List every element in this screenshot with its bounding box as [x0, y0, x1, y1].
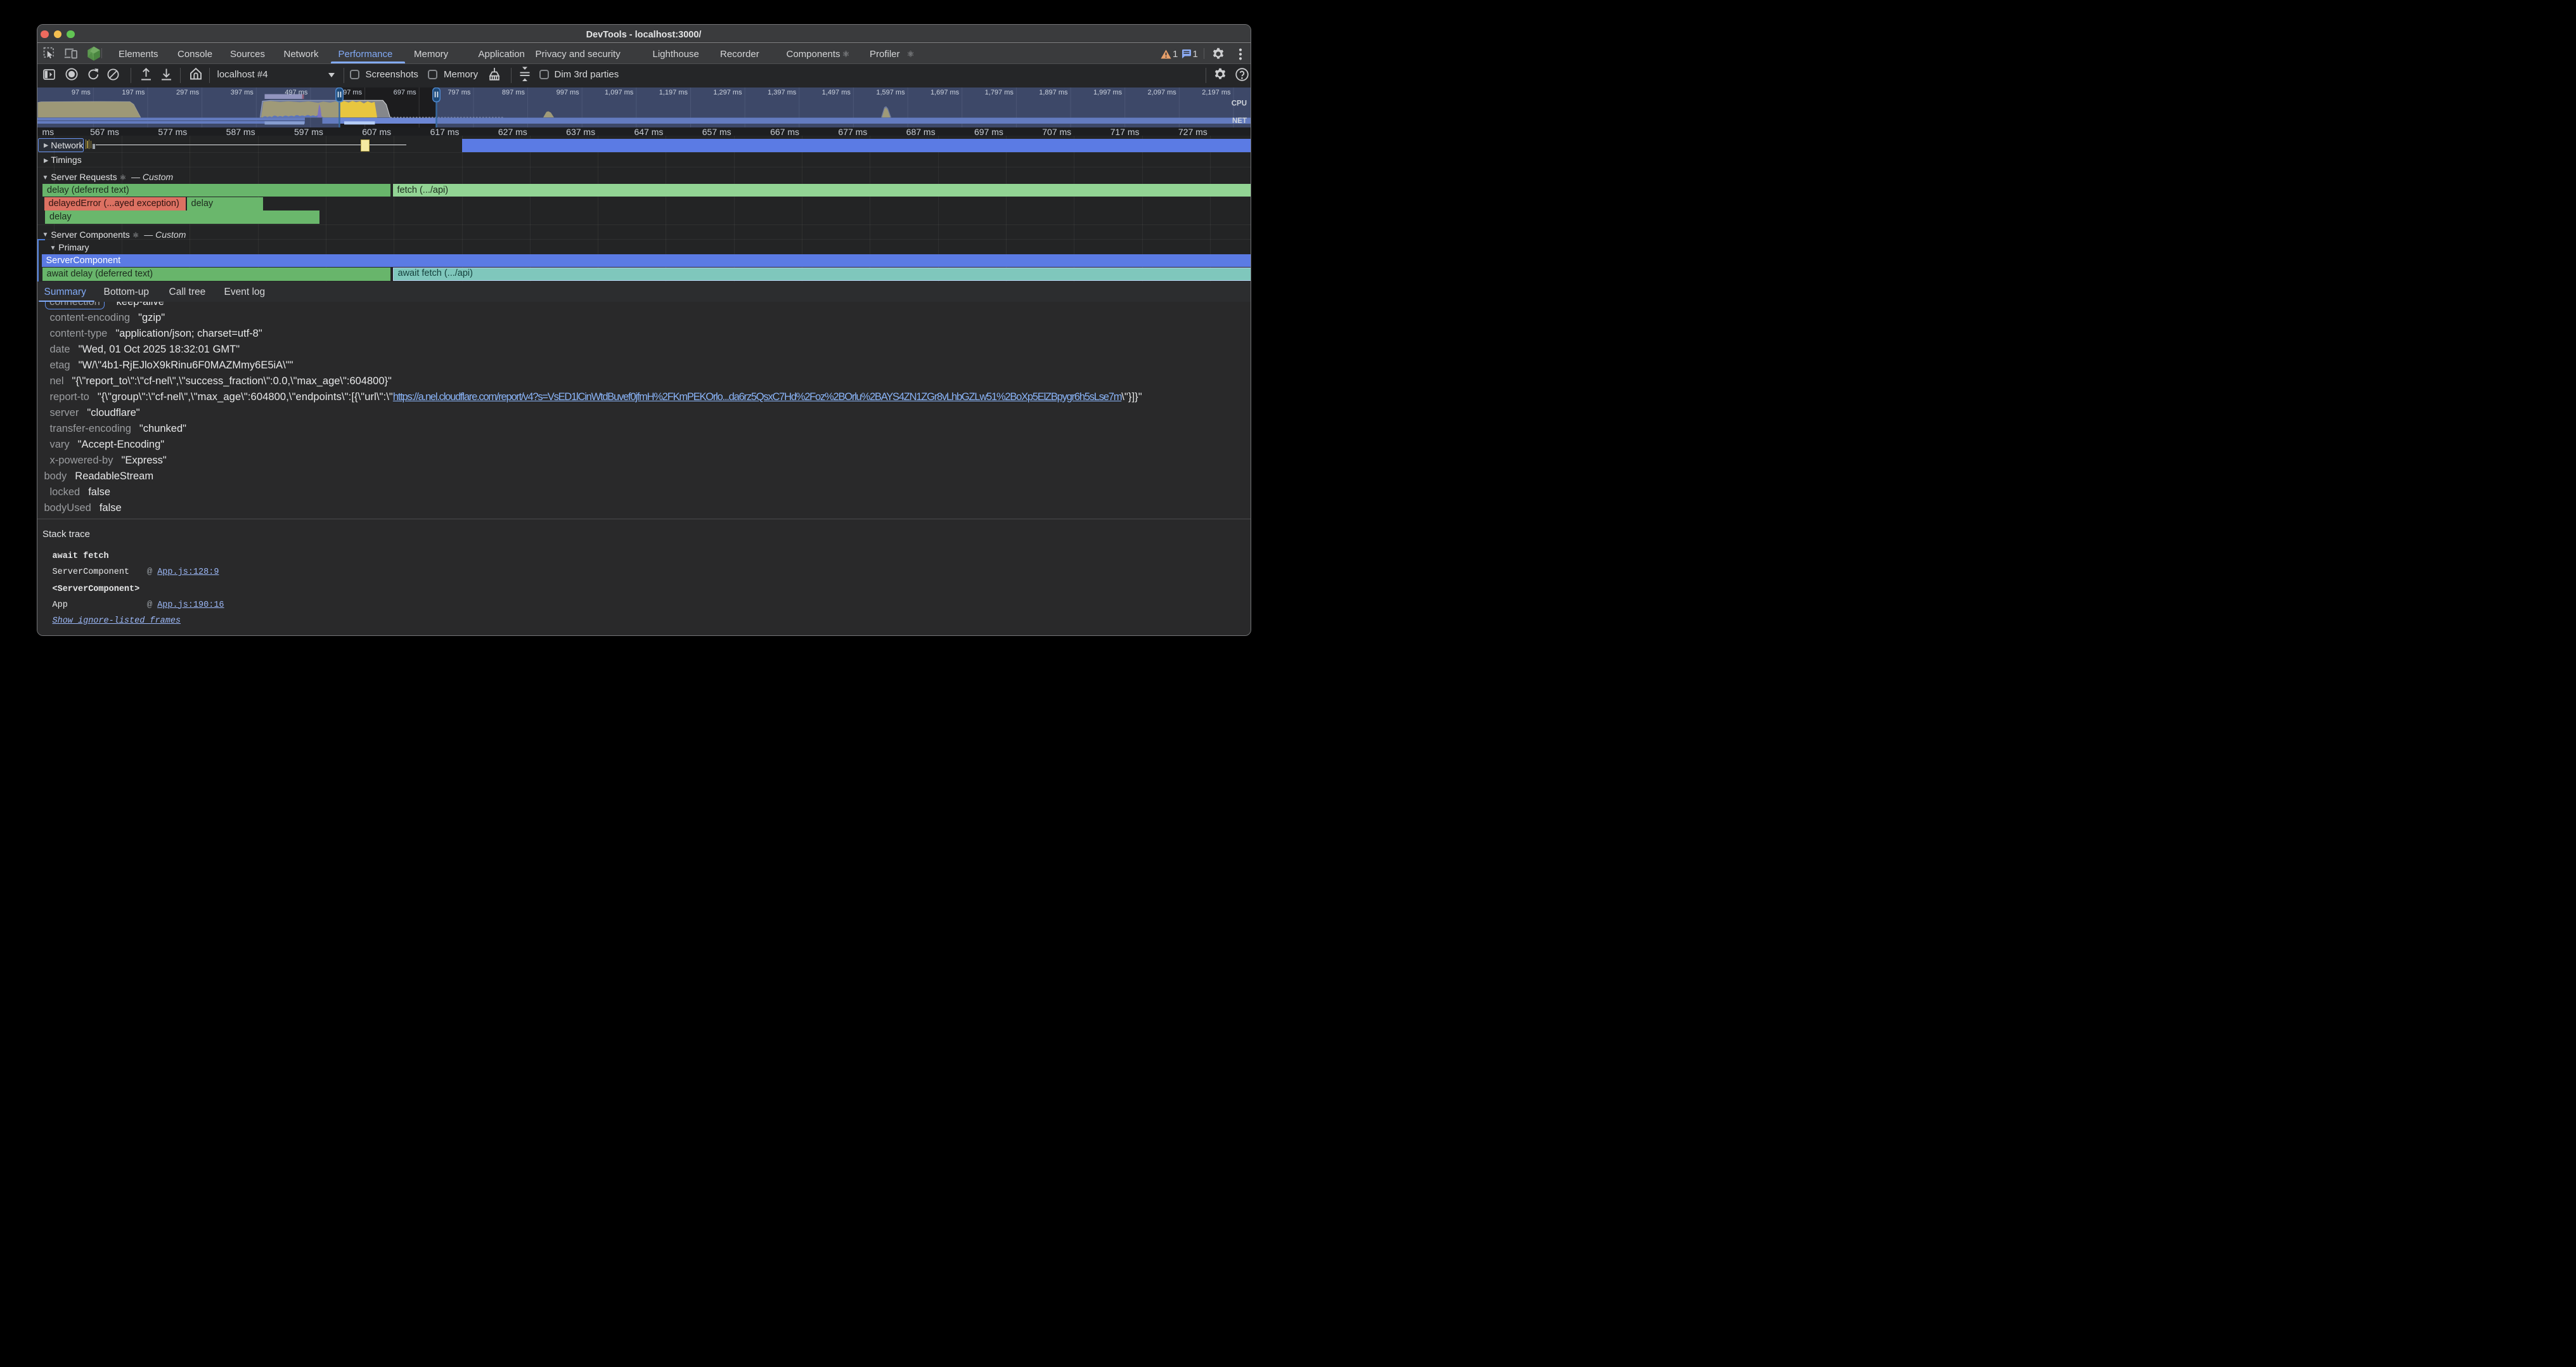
svg-text:1,497 ms: 1,497 ms — [821, 89, 851, 96]
svg-text:197 ms: 197 ms — [122, 89, 145, 96]
svg-text:397 ms: 397 ms — [230, 89, 254, 96]
svg-text:897 ms: 897 ms — [501, 89, 525, 96]
svg-text:1,197 ms: 1,197 ms — [659, 89, 688, 96]
svg-text:1,697 ms: 1,697 ms — [930, 89, 959, 96]
svg-text:1,797 ms: 1,797 ms — [984, 89, 1014, 96]
svg-text:2,197 ms: 2,197 ms — [1202, 89, 1231, 96]
svg-text:NET: NET — [1232, 117, 1247, 125]
svg-text:CPU: CPU — [1231, 100, 1246, 108]
svg-text:797 ms: 797 ms — [448, 89, 471, 96]
svg-text:1,097 ms: 1,097 ms — [605, 89, 634, 96]
svg-text:497 ms: 497 ms — [285, 89, 308, 96]
svg-text:297 ms: 297 ms — [176, 89, 200, 96]
svg-text:97 ms: 97 ms — [71, 89, 90, 96]
svg-text:697 ms: 697 ms — [393, 89, 416, 96]
svg-text:1,997 ms: 1,997 ms — [1093, 89, 1122, 96]
svg-text:2,097 ms: 2,097 ms — [1147, 89, 1176, 96]
svg-text:1,397 ms: 1,397 ms — [768, 89, 797, 96]
svg-text:997 ms: 997 ms — [556, 89, 579, 96]
svg-text:1,897 ms: 1,897 ms — [1039, 89, 1068, 96]
svg-text:1,597 ms: 1,597 ms — [876, 89, 905, 96]
svg-text:1,297 ms: 1,297 ms — [713, 89, 742, 96]
